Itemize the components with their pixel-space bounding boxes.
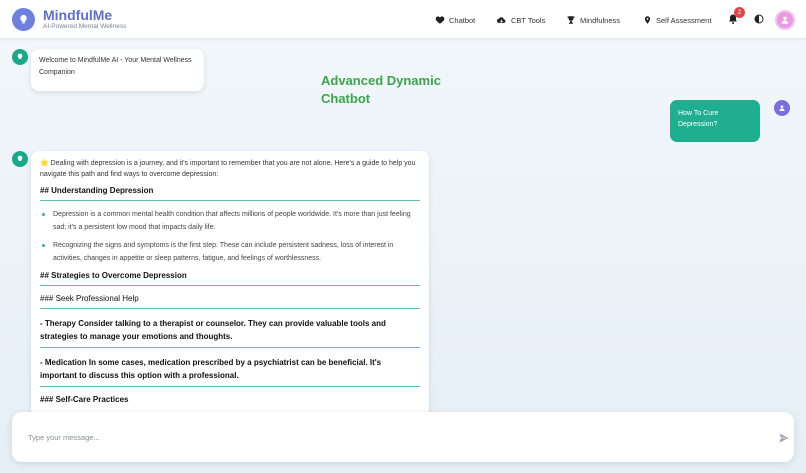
cloud-icon — [496, 17, 506, 23]
nav-mindfulness-label: Mindfulness — [580, 15, 621, 25]
nav-chatbot[interactable]: Chatbot — [435, 14, 475, 26]
bot-avatar — [12, 151, 28, 167]
nav-self-assessment[interactable]: Self Assessment — [643, 14, 711, 26]
response-paragraph: - Therapy Consider talking to a therapis… — [40, 317, 420, 348]
user-icon — [779, 105, 785, 111]
response-paragraph: - Medication In some cases, medication p… — [40, 356, 420, 387]
location-pin-icon — [644, 16, 651, 24]
list-item-text: Recognizing the signs and symptoms is th… — [53, 242, 394, 262]
response-heading: ## Strategies to Overcome Depression — [40, 271, 420, 286]
nav-cbt-tools-label: CBT Tools — [511, 15, 546, 25]
brand-subtitle: AI-Powered Mental Wellness — [43, 23, 127, 30]
user-avatar[interactable] — [775, 10, 795, 30]
bullet-dot — [42, 244, 45, 247]
trophy-icon — [567, 16, 575, 24]
top-navbar: MindfulMe AI-Powered Mental Wellness Cha… — [0, 0, 806, 39]
send-icon[interactable] — [778, 432, 790, 444]
message-composer — [12, 412, 794, 462]
nav-mindfulness[interactable]: Mindfulness — [566, 14, 620, 26]
nav-self-assessment-label: Self Assessment — [656, 15, 712, 25]
message-input[interactable] — [28, 427, 728, 447]
user-message-avatar — [774, 100, 790, 116]
response-intro: 🌟 Dealing with depression is a journey, … — [40, 160, 416, 178]
theme-toggle-icon[interactable] — [753, 13, 765, 25]
list-item: Depression is a common mental health con… — [40, 209, 420, 234]
brain-bulb-icon — [20, 14, 27, 24]
heart-icon — [435, 16, 445, 24]
list-item-text: Depression is a common mental health con… — [53, 211, 411, 231]
response-subheading: ### Self-Care Practices — [40, 395, 129, 404]
notification-badge: 2 — [734, 7, 745, 18]
user-icon — [781, 16, 789, 24]
nav-chatbot-label: Chatbot — [449, 15, 476, 25]
response-heading: ## Understanding Depression — [40, 186, 420, 201]
nav-cbt-tools[interactable]: CBT Tools — [496, 14, 545, 26]
user-message: How To Cure Depression? — [670, 100, 760, 142]
hero-title: Advanced Dynamic Chatbot — [321, 73, 441, 106]
list-item: Recognizing the signs and symptoms is th… — [40, 240, 420, 265]
brand-logo[interactable] — [12, 8, 35, 31]
brain-bulb-icon — [17, 53, 23, 59]
bullet-dot — [42, 213, 45, 216]
bot-avatar — [12, 49, 28, 65]
brand-title: MindfulMe — [43, 7, 113, 23]
welcome-message: Welcome to MindfulMe AI - Your Mental We… — [31, 49, 204, 91]
brain-bulb-icon — [17, 155, 23, 161]
response-subheading: ### Seek Professional Help — [40, 294, 420, 309]
bot-response-card: 🌟 Dealing with depression is a journey, … — [31, 151, 429, 416]
